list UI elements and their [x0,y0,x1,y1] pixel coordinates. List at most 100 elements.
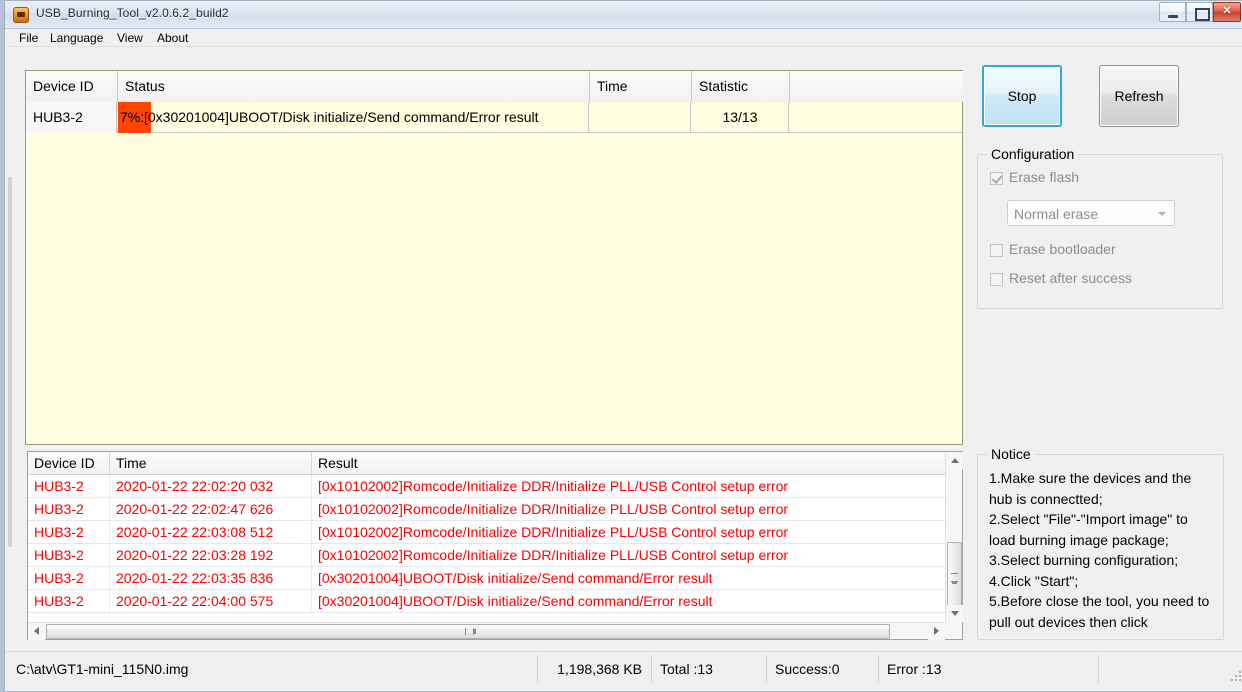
log-vertical-scrollbar[interactable] [945,452,963,622]
log-row[interactable]: HUB3-2 2020-01-22 22:03:08 512 [0x10102002… [28,521,945,544]
menu-item-about[interactable]: About [152,31,193,46]
log-column-header-time[interactable]: Time [110,452,312,475]
scrollbar-corner [945,622,962,639]
device-column-header-status[interactable]: Status [118,71,590,102]
log-vscroll-thumb[interactable] [947,542,962,612]
scroll-left-arrow-icon[interactable] [28,623,45,640]
resize-grip-icon[interactable] [1230,671,1242,683]
scroll-right-arrow-icon[interactable] [928,623,945,640]
log-cell-device-id: HUB3-2 [34,593,84,609]
log-table-header: Device ID Time Result [28,452,962,475]
log-cell-result: [0x10102002]Romcode/Initialize DDR/Initi… [318,501,789,517]
log-cell-divider [311,475,312,498]
log-row[interactable]: HUB3-2 2020-01-22 22:02:47 626 [0x10102002… [28,498,945,521]
burn-progress-label: 7%: [120,109,145,125]
scroll-up-arrow-icon[interactable] [946,452,963,469]
log-cell-time: 2020-01-22 22:03:08 512 [116,524,274,540]
device-row-status-cell: 7%: [0x30201004]UBOOT/Disk initialize/Se… [118,102,589,133]
log-cell-divider [311,498,312,521]
log-row[interactable]: HUB3-2 2020-01-22 22:02:20 032 [0x10102002… [28,475,945,498]
status-image-path: C:\atv\GT1-mini_115N0.img [8,655,538,683]
minimize-button[interactable] [1159,2,1186,22]
log-cell-divider [109,567,110,590]
device-column-header-time[interactable]: Time [590,71,692,102]
device-row-device-id: HUB3-2 [26,102,117,133]
device-column-header-filler [790,71,963,102]
menu-item-language[interactable]: Language [45,31,108,46]
status-bar: C:\atv\GT1-mini_115N0.img 1,198,368 KB T… [4,651,1242,688]
log-cell-result: [0x30201004]UBOOT/Disk initialize/Send c… [318,570,713,586]
log-cell-divider [109,498,110,521]
erase-flash-label: Erase flash [1009,169,1080,185]
window-title: USB_Burning_Tool_v2.0.6.2_build2 [36,6,229,20]
device-column-header-statistic[interactable]: Statistic [692,71,790,102]
chevron-down-icon [1158,212,1166,216]
log-cell-device-id: HUB3-2 [34,524,84,540]
log-cell-result: [0x10102002]Romcode/Initialize DDR/Initi… [318,547,789,563]
log-row[interactable]: HUB3-2 2020-01-22 22:04:00 575 [0x30201004… [28,590,945,613]
log-hscroll-thumb[interactable] [46,624,890,639]
menu-bar: File Language View About [4,29,1242,47]
log-row[interactable]: HUB3-2 2020-01-22 22:03:28 192 [0x10102002… [28,544,945,567]
scroll-down-arrow-icon[interactable] [946,605,963,622]
log-cell-result: [0x10102002]Romcode/Initialize DDR/Initi… [318,478,789,494]
log-list[interactable]: Device ID Time Result HUB3-2 2020-01-22 2… [27,451,963,640]
application-window: USB_Burning_Tool_v2.0.6.2_build2 File La… [0,0,1242,692]
log-cell-device-id: HUB3-2 [34,478,84,494]
checkbox-checked-icon [990,172,1003,185]
log-cell-time: 2020-01-22 22:03:35 836 [116,570,274,586]
log-cell-divider [109,521,110,544]
log-cell-device-id: HUB3-2 [34,501,84,517]
checkbox-unchecked-icon [990,273,1003,286]
configuration-legend: Configuration [987,146,1079,162]
log-cell-time: 2020-01-22 22:04:00 575 [116,593,274,609]
device-column-header-device-id[interactable]: Device ID [26,71,118,102]
device-table-row[interactable]: HUB3-2 7%: [0x30201004]UBOOT/Disk initia… [26,102,962,133]
status-spare [1099,655,1242,683]
log-cell-divider [109,544,110,567]
device-row-filler [790,102,962,133]
device-table-header: Device ID Status Time Statistic [26,71,963,102]
log-cell-time: 2020-01-22 22:03:28 192 [116,547,274,563]
status-image-size: 1,198,368 KB [538,655,652,683]
window-edge-shadow [8,177,12,547]
device-row-status-text: [0x30201004]UBOOT/Disk initialize/Send c… [144,109,539,125]
menu-item-file[interactable]: File [14,31,43,46]
configuration-group: Configuration Erase flash Normal erase E… [977,146,1223,309]
notice-text: 1.Make sure the devices and the hub is c… [989,470,1210,630]
log-cell-divider [311,590,312,613]
log-horizontal-scrollbar[interactable] [28,622,945,640]
menu-item-view[interactable]: View [112,31,148,46]
stop-button[interactable]: Stop [982,65,1062,127]
log-cell-divider [311,544,312,567]
stop-button-label: Stop [1007,88,1037,104]
status-success: Success:0 [767,655,879,683]
log-cell-time: 2020-01-22 22:02:47 626 [116,501,274,517]
log-cell-device-id: HUB3-2 [34,547,84,563]
device-status-table[interactable]: Device ID Status Time Statistic HUB3-2 7… [25,70,963,445]
close-button[interactable] [1213,2,1241,22]
device-row-time [590,102,691,133]
log-column-header-result[interactable]: Result [312,452,948,475]
log-cell-device-id: HUB3-2 [34,570,84,586]
log-cell-result: [0x10102002]Romcode/Initialize DDR/Initi… [318,524,789,540]
erase-mode-selected-value: Normal erase [1014,206,1099,222]
log-column-header-device-id[interactable]: Device ID [28,452,110,475]
refresh-button-label: Refresh [1114,88,1164,104]
status-error: Error :13 [879,655,1099,683]
erase-bootloader-label: Erase bootloader [1009,241,1116,257]
log-cell-divider [109,590,110,613]
device-row-statistic: 13/13 [692,102,789,133]
erase-mode-dropdown[interactable]: Normal erase [1007,200,1175,226]
notice-legend: Notice [987,446,1035,462]
log-row[interactable]: HUB3-2 2020-01-22 22:03:35 836 [0x30201004… [28,567,945,590]
reset-after-success-label: Reset after success [1009,270,1132,286]
notice-group: Notice 1.Make sure the devices and the h… [977,446,1224,640]
checkbox-unchecked-icon [990,244,1003,257]
log-cell-time: 2020-01-22 22:02:20 032 [116,478,274,494]
refresh-button[interactable]: Refresh [1099,65,1179,127]
app-icon [13,7,29,23]
log-cell-result: [0x30201004]UBOOT/Disk initialize/Send c… [318,593,713,609]
log-rows-container: HUB3-2 2020-01-22 22:02:20 032 [0x10102002… [28,475,945,621]
maximize-button[interactable] [1186,2,1213,22]
